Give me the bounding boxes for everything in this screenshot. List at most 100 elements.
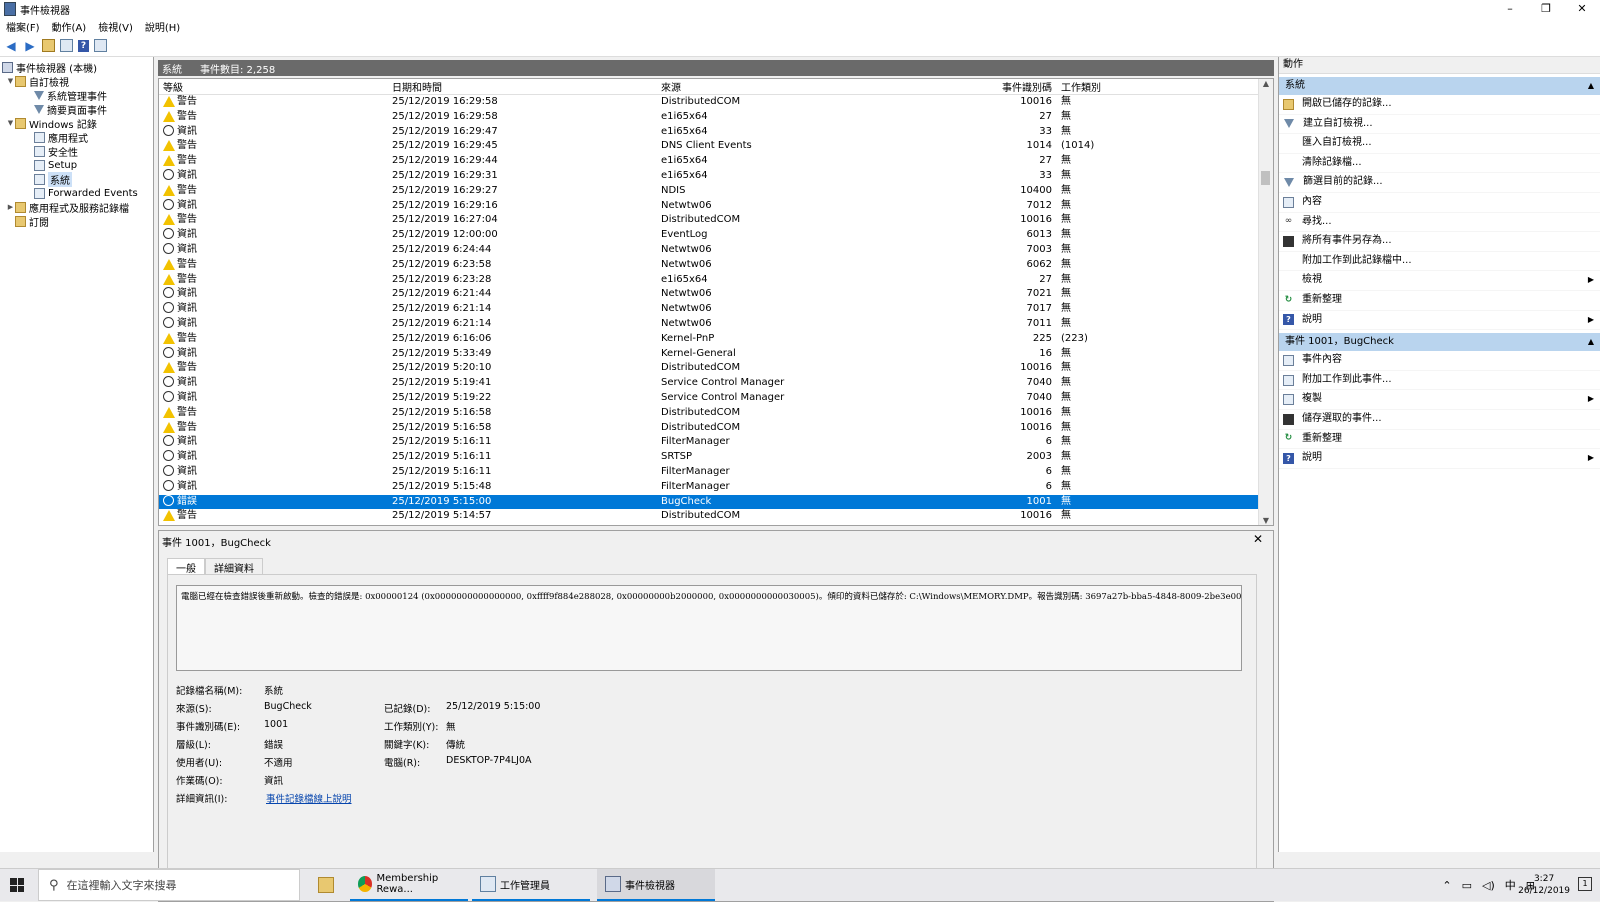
folder-up-icon[interactable] xyxy=(42,39,55,52)
table-row[interactable]: 資訊 25/12/2019 5:19:22 Service Control Mana… xyxy=(159,390,1259,406)
menu-view[interactable]: 檢視(V) xyxy=(92,19,139,34)
col-source[interactable]: 來源 xyxy=(661,79,681,94)
table-row[interactable]: 資訊 25/12/2019 6:24:44 Netwtw06 7003 無 xyxy=(159,242,1259,258)
action-find[interactable]: ∞ 尋找... xyxy=(1279,213,1600,233)
tree-forwarded-events[interactable]: Forwarded Events xyxy=(0,186,153,200)
action-filter-current-log[interactable]: 篩選目前的記錄... xyxy=(1279,173,1600,193)
scroll-up-icon[interactable]: ▲ xyxy=(1259,79,1273,88)
table-row[interactable]: 資訊 25/12/2019 5:16:11 FilterManager 6 無 xyxy=(159,464,1259,480)
table-row[interactable]: 資訊 25/12/2019 16:29:47 e1i65x64 33 無 xyxy=(159,124,1259,140)
table-row[interactable]: 警告 25/12/2019 6:23:28 e1i65x64 27 無 xyxy=(159,273,1259,288)
chevron-up-icon[interactable]: ▲ xyxy=(1588,333,1594,351)
maximize-button[interactable]: ❐ xyxy=(1528,0,1564,18)
table-row[interactable]: 資訊 25/12/2019 5:19:41 Service Control Mana… xyxy=(159,376,1259,391)
col-level[interactable]: 等級 xyxy=(163,79,183,94)
event-list[interactable]: 等級 日期和時間 來源 事件識別碼 工作類別 警告 25/12/2019 16:2… xyxy=(158,78,1274,526)
table-row[interactable]: 資訊 25/12/2019 6:21:14 Netwtw06 7011 無 xyxy=(159,316,1259,332)
help-icon[interactable]: ? xyxy=(78,39,89,52)
menu-action[interactable]: 動作(A) xyxy=(46,19,93,34)
action-view[interactable]: 檢視 ▶ xyxy=(1279,271,1600,291)
table-row[interactable]: 警告 25/12/2019 16:29:58 DistributedCOM 10016… xyxy=(159,95,1259,110)
expand-icon[interactable]: ▶ xyxy=(6,203,15,211)
list-scrollbar[interactable]: ▲ ▼ xyxy=(1258,79,1273,525)
tree-custom-views[interactable]: ▼ 自訂檢視 xyxy=(0,74,153,89)
collapse-icon[interactable]: ▼ xyxy=(6,119,15,127)
table-row[interactable]: 警告 25/12/2019 5:14:57 DistributedCOM 10016 無 xyxy=(159,509,1259,524)
tree-system[interactable]: 系統 xyxy=(0,171,153,187)
collapse-icon[interactable]: ▼ xyxy=(6,77,15,85)
tree-admin-events[interactable]: 系統管理事件 xyxy=(0,88,153,103)
table-row[interactable]: 資訊 25/12/2019 5:16:11 FilterManager 6 無 xyxy=(159,435,1259,450)
table-row[interactable]: 資訊 25/12/2019 12:00:00 EventLog 6013 無 xyxy=(159,228,1259,243)
action-clear-log[interactable]: 清除記錄檔... xyxy=(1279,154,1600,174)
action-refresh-2[interactable]: ↻ 重新整理 xyxy=(1279,430,1600,450)
taskbar-chrome[interactable]: Membership Rewa... xyxy=(350,869,468,901)
action-open-saved-log[interactable]: 開啟已儲存的記錄... xyxy=(1279,95,1600,115)
action-pane-icon[interactable] xyxy=(94,39,107,52)
col-task[interactable]: 工作類別 xyxy=(1061,79,1101,94)
action-refresh[interactable]: ↻ 重新整理 xyxy=(1279,291,1600,311)
close-window-button[interactable]: ✕ xyxy=(1564,0,1600,18)
action-save-all-events[interactable]: 將所有事件另存為... xyxy=(1279,232,1600,252)
tree-application[interactable]: 應用程式 xyxy=(0,130,153,145)
table-row[interactable]: 資訊 25/12/2019 5:33:49 Kernel-General 16 無 xyxy=(159,346,1259,362)
table-row[interactable]: 資訊 25/12/2019 5:15:48 FilterManager 6 無 xyxy=(159,479,1259,495)
table-row[interactable]: 警告 25/12/2019 16:29:27 NDIS 10400 無 xyxy=(159,184,1259,199)
clock[interactable]: 3:27 26/12/2019 xyxy=(1518,873,1570,897)
online-help-link[interactable]: 事件記錄檔線上說明 xyxy=(266,791,352,805)
table-row[interactable]: 警告 25/12/2019 6:23:58 Netwtw06 6062 無 xyxy=(159,258,1259,273)
windows-start-icon[interactable] xyxy=(10,878,24,892)
scroll-thumb[interactable] xyxy=(1261,171,1270,185)
taskbar-file-explorer[interactable] xyxy=(310,869,348,901)
actions-section-event[interactable]: 事件 1001，BugCheck ▲ xyxy=(1279,333,1600,352)
col-event-id[interactable]: 事件識別碼 xyxy=(919,79,1052,94)
ime-indicator[interactable]: 中 xyxy=(1505,877,1516,893)
table-row[interactable]: 資訊 25/12/2019 6:21:14 Netwtw06 7017 無 xyxy=(159,302,1259,317)
col-date[interactable]: 日期和時間 xyxy=(392,79,442,94)
action-attach-task-to-event[interactable]: 附加工作到此事件... xyxy=(1279,371,1600,391)
scroll-down-icon[interactable]: ▼ xyxy=(1259,516,1273,525)
minimize-button[interactable]: – xyxy=(1492,0,1528,18)
table-row[interactable]: 警告 25/12/2019 16:29:45 DNS Client Events 10… xyxy=(159,139,1259,154)
action-copy[interactable]: 複製 ▶ xyxy=(1279,390,1600,410)
tree-security[interactable]: 安全性 xyxy=(0,144,153,159)
notification-icon[interactable]: 1 xyxy=(1578,877,1592,891)
table-row[interactable]: 資訊 25/12/2019 5:16:11 SRTSP 2003 無 xyxy=(159,450,1259,465)
table-row[interactable]: 警告 25/12/2019 16:29:58 e1i65x64 27 無 xyxy=(159,110,1259,125)
table-row[interactable]: 警告 25/12/2019 16:27:04 DistributedCOM 10016… xyxy=(159,213,1259,228)
action-import-custom-view[interactable]: 匯入自訂檢視... xyxy=(1279,134,1600,154)
action-attach-task-to-log[interactable]: 附加工作到此記錄檔中... xyxy=(1279,252,1600,272)
action-help-2[interactable]: ? 說明 ▶ xyxy=(1279,449,1600,469)
action-save-selected-events[interactable]: 儲存選取的事件... xyxy=(1279,410,1600,430)
close-icon[interactable]: ✕ xyxy=(1253,532,1263,546)
tree-setup[interactable]: Setup xyxy=(0,158,153,172)
actions-section-system[interactable]: 系統 ▲ xyxy=(1279,77,1600,95)
taskbar-task-manager[interactable]: 工作管理員 xyxy=(472,869,590,901)
console-tree-icon[interactable] xyxy=(60,39,73,52)
tree-summary-events[interactable]: 摘要頁面事件 xyxy=(0,102,153,117)
event-description[interactable]: 電腦已經在檢查錯誤後重新啟動。檢查的錯誤是: 0x00000124 (0x000… xyxy=(176,585,1242,671)
table-row[interactable]: 警告 25/12/2019 6:16:06 Kernel-PnP 225 (223) xyxy=(159,332,1259,347)
action-properties[interactable]: 內容 xyxy=(1279,193,1600,213)
table-row[interactable]: 資訊 25/12/2019 16:29:31 e1i65x64 33 無 xyxy=(159,168,1259,184)
table-row[interactable]: 錯誤 25/12/2019 5:15:00 BugCheck 1001 無 xyxy=(159,494,1259,510)
table-row[interactable]: 資訊 25/12/2019 6:21:44 Netwtw06 7021 無 xyxy=(159,287,1259,302)
taskbar-search[interactable]: ⚲ 在這裡輸入文字來搜尋 xyxy=(38,869,300,901)
menu-help[interactable]: 說明(H) xyxy=(139,19,186,34)
tree-windows-logs[interactable]: ▼ Windows 記錄 xyxy=(0,116,153,131)
chevron-up-icon[interactable]: ⌃ xyxy=(1442,879,1451,892)
chevron-up-icon[interactable]: ▲ xyxy=(1588,77,1594,95)
network-icon[interactable]: ▭ xyxy=(1462,879,1472,892)
table-row[interactable]: 警告 25/12/2019 16:29:44 e1i65x64 27 無 xyxy=(159,154,1259,169)
taskbar-event-viewer[interactable]: 事件檢視器 xyxy=(597,869,715,901)
action-event-properties[interactable]: 事件內容 xyxy=(1279,351,1600,371)
volume-icon[interactable]: ◁) xyxy=(1482,879,1495,892)
forward-arrow-icon[interactable]: ▶ xyxy=(23,39,37,53)
table-row[interactable]: 警告 25/12/2019 5:16:58 DistributedCOM 10016 無 xyxy=(159,406,1259,421)
action-help[interactable]: ? 說明 ▶ xyxy=(1279,311,1600,331)
table-row[interactable]: 資訊 25/12/2019 16:29:16 Netwtw06 7012 無 xyxy=(159,198,1259,214)
tree-root[interactable]: 事件檢視器 (本機) xyxy=(0,60,153,75)
tree-app-service-logs[interactable]: ▶ 應用程式及服務記錄檔 xyxy=(0,200,153,215)
menu-file[interactable]: 檔案(F) xyxy=(0,19,46,34)
table-row[interactable]: 警告 25/12/2019 5:20:10 DistributedCOM 10016 無 xyxy=(159,361,1259,376)
